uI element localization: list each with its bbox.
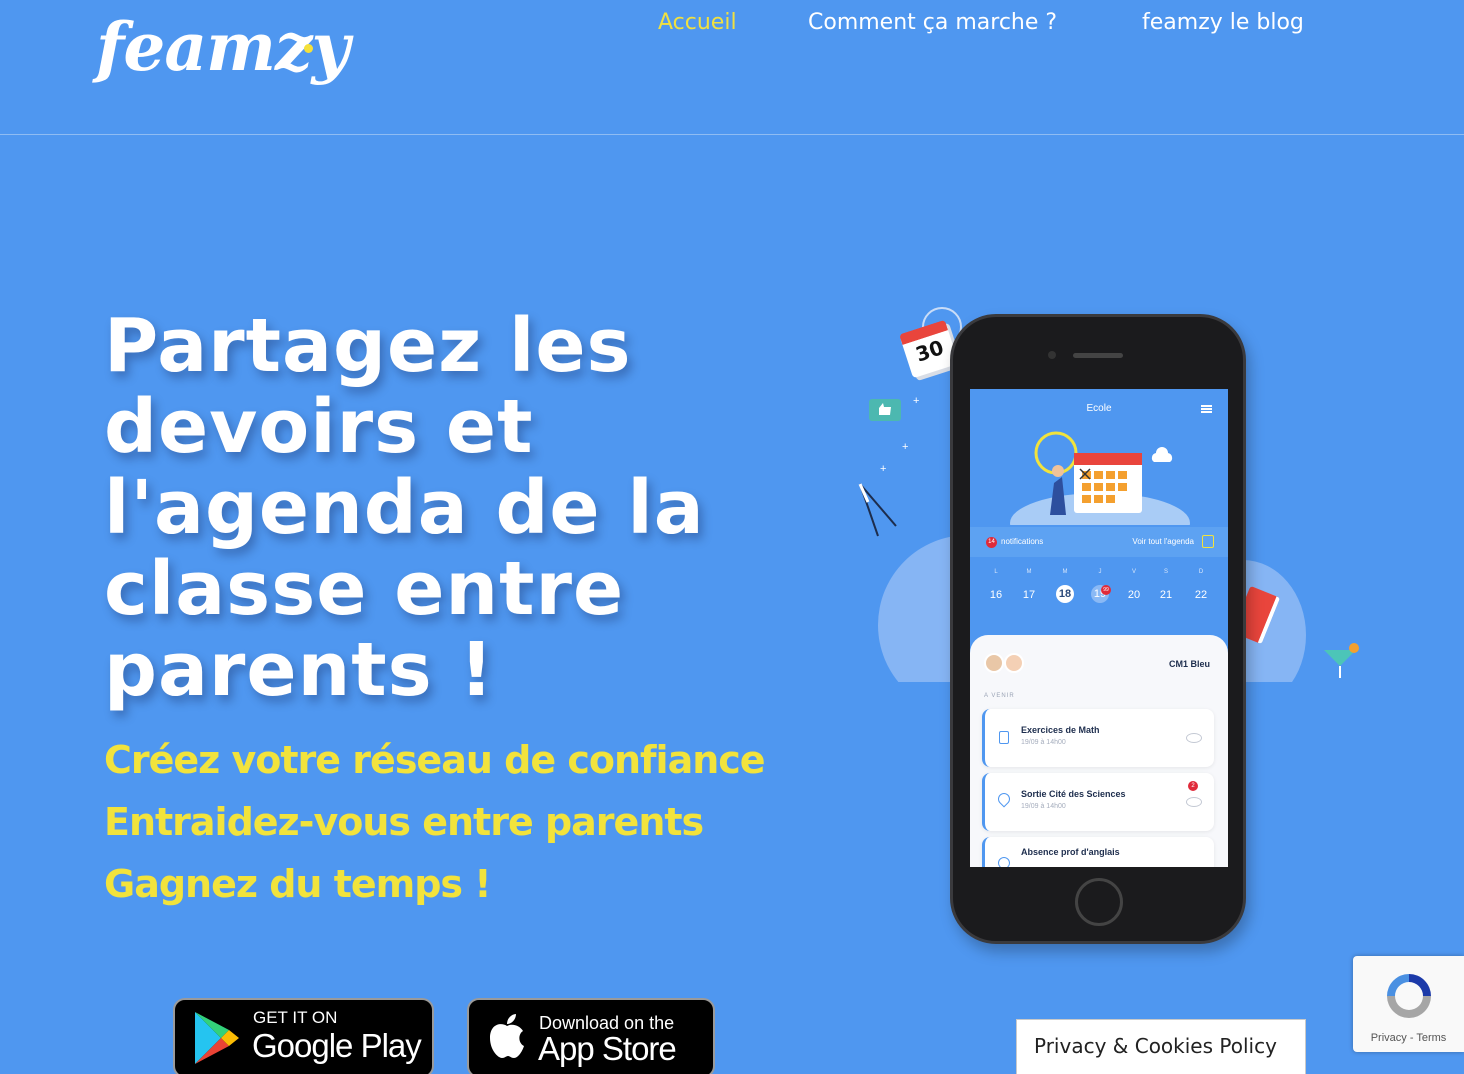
phone-mockup: Ecole 14 notifications Voir tout l'agend… [950, 314, 1246, 944]
document-icon [999, 731, 1009, 744]
google-badge-small: GET IT ON [253, 1008, 338, 1027]
weekday-letter: V [1131, 569, 1136, 575]
section-label: A VENIR [984, 693, 1015, 699]
phone-speaker [1073, 353, 1123, 358]
task-title: Absence prof d'anglais [1021, 847, 1120, 857]
cocktail-glass-icon [1324, 643, 1359, 678]
location-pin-icon [995, 854, 1013, 867]
phone-camera [1048, 351, 1056, 359]
weekday-letter: M [1026, 569, 1032, 575]
recaptcha-badge[interactable]: Privacy - Terms [1353, 956, 1464, 1052]
nav-link-blog[interactable]: feamzy le blog [1142, 10, 1304, 35]
notifications-bar[interactable]: 14 notifications Voir tout l'agenda [970, 527, 1228, 557]
app-store-badge[interactable]: Download on the App Store [467, 998, 715, 1074]
agenda-link[interactable]: Voir tout l'agenda [1132, 537, 1194, 546]
sparkle-icon: + [913, 395, 920, 407]
cookie-policy-button[interactable]: Privacy & Cookies Policy [1016, 1019, 1306, 1074]
sparkle-icon: + [880, 463, 887, 475]
avatar[interactable] [984, 653, 1004, 673]
apple-badge-big: App Store [538, 1030, 677, 1067]
avatar[interactable] [1004, 653, 1024, 673]
phone-home-button [1075, 878, 1123, 926]
task-badge: 2 [1188, 781, 1198, 791]
hero-headline: Partagez les devoirs et l'agenda de la c… [104, 303, 705, 713]
agenda-calendar-icon [1202, 535, 1214, 548]
phone-screen: Ecole 14 notifications Voir tout l'agend… [970, 389, 1228, 867]
tagline-reseau: Créez votre réseau de confiance [104, 738, 766, 782]
calendar-day-number: 30 [912, 335, 947, 367]
calendar-illustration [1010, 431, 1190, 525]
recaptcha-icon [1387, 974, 1431, 1018]
apple-icon [490, 1014, 524, 1058]
google-play-badge[interactable]: GET IT ON Google Play [173, 998, 434, 1074]
task-title: Exercices de Math [1021, 725, 1100, 735]
day-event-badge: 99 [1101, 585, 1111, 595]
weekday-letter: J [1098, 569, 1102, 575]
events-panel: CM1 Bleu A VENIR Exercices de Math 19/09… [970, 635, 1228, 867]
calendar-day[interactable]: 17 [1016, 589, 1042, 601]
eye-icon[interactable] [1186, 797, 1202, 807]
weekday-letter: S [1163, 569, 1168, 575]
nav-link-comment-ca-marche[interactable]: Comment ça marche ? [808, 10, 1057, 35]
tagline-temps: Gagnez du temps ! [104, 862, 492, 906]
calendar-day-selected[interactable]: 18 [1056, 585, 1074, 603]
calendar-day[interactable]: 20 [1121, 589, 1147, 601]
site-header: feamzy Accueil Comment ça marche ? feamz… [0, 0, 1464, 135]
thumbs-up-bubble-icon [869, 399, 901, 421]
weekday-letter: L [994, 569, 998, 575]
week-day-strip: L M M J V S D 16 17 18 19 20 21 22 [970, 569, 1228, 609]
task-datetime: 19/09 à 14h00 [1021, 739, 1066, 746]
drawing-compass-icon [858, 483, 897, 537]
logo-dot [304, 44, 313, 53]
task-datetime: 19/09 à 14h00 [1021, 803, 1066, 810]
screen-title: Ecole [1086, 403, 1112, 414]
sparkle-icon: + [902, 441, 909, 453]
notifications-label: notifications [1001, 537, 1044, 546]
weekday-letter: M [1062, 569, 1068, 575]
google-badge-big: Google Play [252, 1027, 422, 1064]
task-title: Sortie Cité des Sciences [1021, 789, 1126, 799]
main-nav: Accueil Comment ça marche ? feamzy le bl… [0, 10, 1464, 40]
hamburger-menu-icon [1201, 405, 1212, 413]
tagline-entraide: Entraidez-vous entre parents [104, 800, 704, 844]
nav-link-accueil[interactable]: Accueil [658, 10, 737, 35]
task-item[interactable]: Exercices de Math 19/09 à 14h00 [982, 709, 1214, 767]
calendar-day[interactable]: 22 [1188, 589, 1214, 601]
calendar-day[interactable]: 21 [1153, 589, 1179, 601]
notifications-count-badge: 14 [986, 537, 997, 548]
task-item[interactable]: Sortie Cité des Sciences 19/09 à 14h00 2 [982, 773, 1214, 831]
weekday-letter: D [1198, 569, 1204, 575]
eye-icon[interactable] [1186, 733, 1202, 743]
location-pin-icon [995, 790, 1013, 808]
recaptcha-links[interactable]: Privacy - Terms [1353, 1032, 1464, 1044]
task-item[interactable]: Absence prof d'anglais [982, 837, 1214, 867]
class-name[interactable]: CM1 Bleu [1169, 659, 1210, 669]
google-play-icon [195, 1012, 239, 1064]
calendar-day[interactable]: 16 [983, 589, 1009, 601]
